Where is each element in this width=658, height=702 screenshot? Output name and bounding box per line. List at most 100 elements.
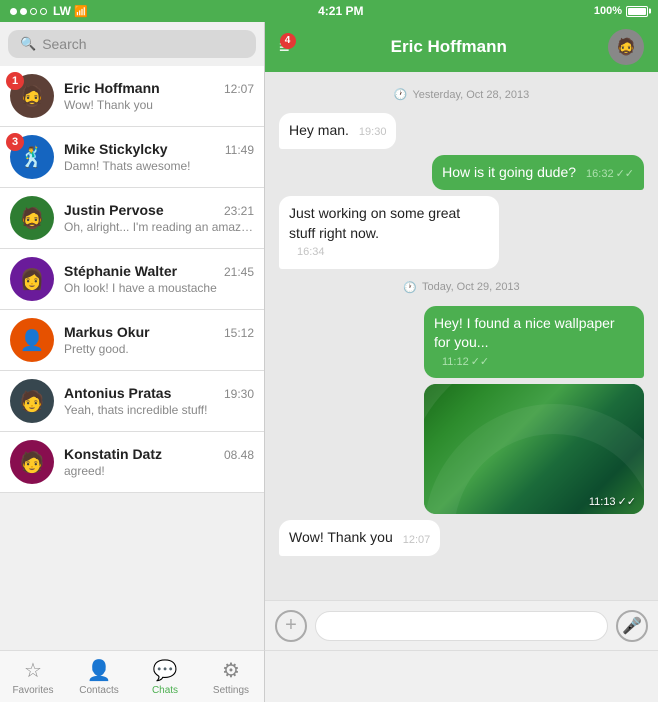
avatar-wrap: 👤 [10,318,54,362]
message-row-incoming: Wow! Thank you12:07 [279,520,644,556]
signal-dot-3 [30,8,37,15]
chat-name-row: Antonius Pratas19:30 [64,385,254,401]
right-input-bottom [265,650,658,702]
status-time: 4:21 PM [318,4,363,18]
chat-preview: Pretty good. [64,342,254,356]
message-time: 19:30 [359,125,387,140]
message-time: 12:07 [403,533,431,548]
search-bar[interactable]: 🔍 Search [8,30,256,58]
chat-name-row: Eric Hoffmann12:07 [64,80,254,96]
chat-item[interactable]: 🧔1 Eric Hoffmann12:07Wow! Thank you [0,66,264,127]
chat-name-row: Markus Okur15:12 [64,324,254,340]
check-marks: ✓✓ [471,355,489,370]
message-input[interactable] [315,611,608,641]
avatar-wrap: 🧑 [10,379,54,423]
avatar: 🧔 [10,196,54,240]
add-button[interactable]: + [275,610,307,642]
app-body: 🔍 Search 🧔1Eric Hoffmann12:07Wow! Thank … [0,22,658,650]
chat-item[interactable]: 👤 Markus Okur15:12 Pretty good. [0,310,264,371]
header-avatar-emoji: 🧔 [616,37,636,57]
tab-settings[interactable]: ⚙ Settings [198,651,264,702]
avatar-wrap: 🧔 [10,196,54,240]
message-row-outgoing: How is it going dude?16:32 ✓✓ [279,155,644,191]
chat-item[interactable]: 👩 Stéphanie Walter 21:45 Oh look! I have a … [0,249,264,310]
chat-info: Konstatin Datz08.48agreed! [64,446,254,478]
mic-button[interactable]: 🎤 [616,610,648,642]
avatar-wrap: 🧔1 [10,74,54,118]
avatar: 👤 [10,318,54,362]
message-time: 16:32 ✓✓ [586,167,634,182]
clock-icon: 🕐 [394,88,408,101]
bubble-content: Wow! Thank you12:07 [289,528,430,548]
chat-name-row: Stéphanie Walter 21:45 [64,263,254,279]
tab-contacts[interactable]: 👤 Contacts [66,651,132,702]
chat-name-row: Konstatin Datz08.48 [64,446,254,462]
chat-item[interactable]: 🧔Justin Pervose23:21Oh, alright... I'm r… [0,188,264,249]
chat-preview: Yeah, thats incredible stuff! [64,403,254,417]
chat-time: 11:49 [225,143,254,157]
message-row-incoming: Hey man. 19:30 [279,113,644,149]
battery-indicator: 100% [594,5,648,17]
chat-item[interactable]: 🧑 Antonius Pratas19:30 Yeah, thats incredi… [0,371,264,432]
bubble-content: How is it going dude?16:32 ✓✓ [442,163,634,183]
left-panel: 🔍 Search 🧔1Eric Hoffmann12:07Wow! Thank … [0,22,265,650]
message-time: 16:34 [297,245,325,260]
image-time: 11:13 [589,496,616,508]
menu-button[interactable]: ≡ 4 [279,37,290,58]
chat-time: 08.48 [224,448,254,462]
clock-icon: 🕐 [403,281,417,294]
bubble-incoming: Just working on some great stuff right n… [279,196,499,269]
image-check-marks: ✓✓ [618,495,636,508]
avatar-wrap: 👩 [10,257,54,301]
chat-time: 19:30 [224,387,254,401]
chat-preview: Oh look! I have a moustache [64,281,254,295]
unread-badge: 1 [6,72,24,90]
signal-dot-2 [20,8,27,15]
message-row-incoming: Just working on some great stuff right n… [279,196,644,269]
avatar: 🧑 [10,440,54,484]
chat-time: 23:21 [224,204,254,218]
chat-time: 21:45 [224,265,254,279]
bubble-content: Hey man. 19:30 [289,121,386,141]
chat-info: Eric Hoffmann12:07Wow! Thank you [64,80,254,112]
message-time: 11:12 ✓✓ [442,355,489,370]
signal-dot-1 [10,8,17,15]
image-content: 11:13 ✓✓ [424,384,644,514]
bubble-content: Hey! I found a nice wallpaper for you...… [434,314,634,371]
search-icon: 🔍 [20,36,36,52]
chat-info: Mike Stickylcky11:49Damn! Thats awesome! [64,141,254,173]
bubble-incoming: Hey man. 19:30 [279,113,396,149]
chat-item[interactable]: 🕺3Mike Stickylcky11:49Damn! Thats awesom… [0,127,264,188]
chat-header-name: Eric Hoffmann [300,37,598,57]
tab-label-contacts: Contacts [79,685,118,696]
signal-dot-4 [40,8,47,15]
tab-favorites[interactable]: ☆ Favorites [0,651,66,702]
chat-name: Stéphanie Walter [64,263,177,279]
chat-name: Markus Okur [64,324,150,340]
date-text: Yesterday, Oct 28, 2013 [412,89,529,101]
chat-info: Antonius Pratas19:30 Yeah, thats incredib… [64,385,254,417]
message-row-outgoing: Hey! I found a nice wallpaper for you...… [279,306,644,379]
tab-label-chats: Chats [152,685,178,696]
battery-fill [628,8,646,15]
bubble-incoming: Wow! Thank you12:07 [279,520,440,556]
chat-header: ≡ 4 Eric Hoffmann 🧔 [265,22,658,72]
chat-info: Stéphanie Walter 21:45 Oh look! I have a m… [64,263,254,295]
chat-list: 🧔1Eric Hoffmann12:07Wow! Thank you🕺3Mike… [0,66,264,650]
image-time-overlay: 11:13 ✓✓ [589,495,636,508]
chat-item[interactable]: 🧑 Konstatin Datz08.48agreed! [0,432,264,493]
check-marks: ✓✓ [616,167,634,182]
wifi-icon: 📶 [74,5,88,18]
battery-label: 100% [594,5,622,17]
chat-preview: Damn! Thats awesome! [64,159,254,173]
header-avatar: 🧔 [608,29,644,65]
unread-badge: 3 [6,133,24,151]
tab-icon-settings: ⚙ [222,658,240,683]
status-bar: LW 📶 4:21 PM 100% [0,0,658,22]
right-panel: ≡ 4 Eric Hoffmann 🧔 🕐 Yesterday, Oct 28, … [265,22,658,650]
tab-label-favorites: Favorites [12,685,53,696]
message-text: Hey man. [289,121,349,141]
tab-chats[interactable]: 💬 Chats [132,651,198,702]
chat-name-row: Justin Pervose23:21 [64,202,254,218]
bubble-outgoing: Hey! I found a nice wallpaper for you...… [424,306,644,379]
